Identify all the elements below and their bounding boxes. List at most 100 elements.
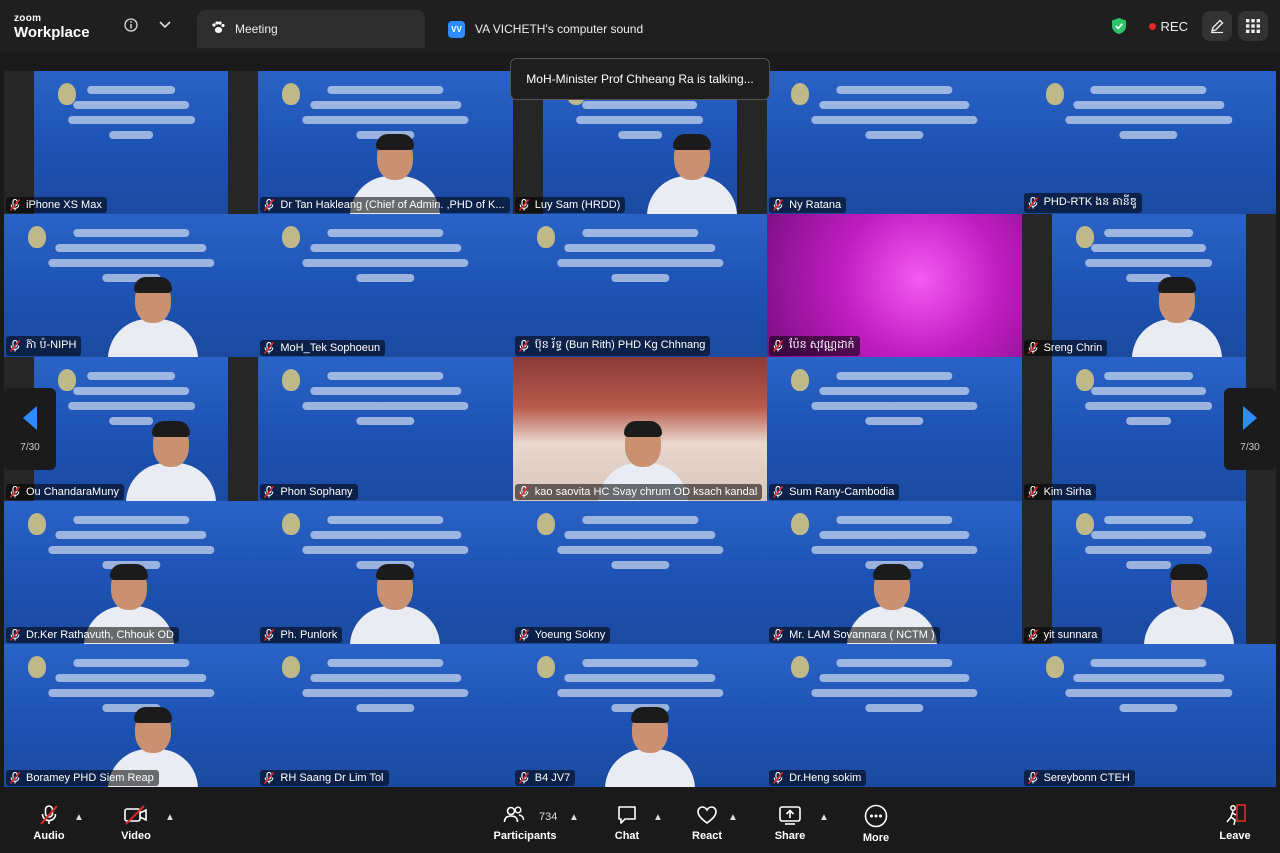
react-options-caret[interactable]: ▲ — [728, 812, 738, 823]
participant-tile[interactable]: yit sunnara — [1021, 500, 1276, 644]
recording-indicator[interactable]: REC — [1148, 19, 1188, 34]
video-label: Video — [121, 830, 151, 842]
participant-name-tag: ភ៊ា ប៉-NIPH — [6, 336, 82, 357]
participant-tile[interactable]: Phon Sophany — [258, 357, 513, 501]
mic-muted-icon — [10, 485, 20, 498]
participant-name: PHD-RTK ងន គានីឌូ — [1043, 196, 1137, 209]
mic-muted-icon — [10, 771, 20, 784]
participant-person — [1131, 277, 1222, 358]
participant-tile[interactable]: Sereybonn CTEH — [1021, 643, 1276, 787]
participant-tile[interactable]: Yoeung Sokny — [512, 500, 768, 644]
react-button[interactable]: React — [677, 804, 737, 842]
chat-button[interactable]: Chat — [597, 804, 657, 842]
arrow-right-icon — [1243, 405, 1257, 430]
participant-name-tag: Ph. Punlork — [260, 626, 343, 643]
participant-video — [1051, 357, 1246, 501]
participant-tile[interactable]: B4 JV7 — [512, 643, 768, 787]
audio-options-caret[interactable]: ▲ — [74, 812, 84, 823]
participant-tile[interactable]: ភ៊ា ប៉-NIPH — [4, 214, 259, 358]
more-button[interactable]: More — [846, 804, 906, 844]
participant-name: Luy Sam (HRDD) — [534, 199, 621, 212]
participant-name: B4 JV7 — [534, 771, 571, 784]
participant-tile[interactable]: Sreng Chrin — [1021, 214, 1276, 358]
mic-muted-icon — [773, 485, 784, 498]
video-button[interactable]: Video — [106, 804, 166, 842]
mic-muted-icon — [264, 199, 275, 212]
mic-muted-icon — [773, 771, 784, 784]
heart-icon — [697, 806, 717, 825]
video-gallery: iPhone XS Max Dr Tan Hakleang (Chief of A… — [4, 71, 1276, 787]
participant-person — [108, 277, 198, 358]
slide-text — [1052, 652, 1245, 712]
mic-muted-icon — [10, 628, 20, 641]
info-icon[interactable] — [122, 16, 140, 34]
participant-tile[interactable]: kao saovita HC Svay chrum OD ksach kanda… — [512, 357, 768, 501]
mic-muted-icon — [264, 628, 275, 641]
participant-name: Dr Tan Hakleang (Chief of Admin. ,PHD of… — [280, 199, 505, 212]
apps-button[interactable] — [1238, 11, 1268, 41]
leave-button[interactable]: Leave — [1205, 804, 1265, 842]
participant-tile[interactable]: Sum Rany-Cambodia — [767, 357, 1022, 501]
participant-tile[interactable]: Ph. Punlork — [258, 500, 513, 644]
participant-video — [512, 500, 768, 644]
participant-name: Dr.Heng sokim — [789, 771, 862, 784]
participant-tile[interactable]: ប៉ែន សុវណ្ណដាក់ — [767, 214, 1022, 358]
shield-icon[interactable] — [1111, 17, 1127, 35]
participant-tile[interactable]: Boramey PHD Siem Reap — [4, 643, 259, 787]
active-speaker-toast: MoH-Minister Prof Chheang Ra is talking.… — [510, 58, 770, 100]
grid-icon — [1246, 19, 1260, 33]
share-options-caret[interactable]: ▲ — [819, 812, 829, 823]
participant-name: Dr.Ker Rathavuth, Chhouk OD — [26, 628, 174, 641]
participant-name: RH Saang Dr Lim Tol — [280, 771, 384, 784]
tab-computer-sound[interactable]: VV VA VICHETH's computer sound — [448, 10, 708, 48]
slide-text — [798, 79, 991, 139]
participants-button[interactable]: Participants — [494, 804, 556, 842]
recording-dot — [1148, 22, 1156, 30]
participant-video — [767, 71, 1022, 215]
participant-tile[interactable]: iPhone XS Max — [4, 71, 259, 215]
mic-muted-icon — [1027, 485, 1038, 498]
participant-tile[interactable]: Dr.Heng sokim — [767, 643, 1022, 787]
mic-muted-icon — [1027, 197, 1038, 210]
participant-tile[interactable]: ប៊ុន រ័ទ្ធ (Bun Rith) PHD Kg Chhnang — [512, 214, 768, 358]
participant-name-tag: Dr.Heng sokim — [769, 769, 867, 786]
slide-text — [798, 652, 991, 712]
tab-meeting-label: Meeting — [235, 22, 278, 36]
next-page-button[interactable]: 7/30 — [1224, 388, 1276, 470]
participant-tile[interactable]: RH Saang Dr Lim Tol — [258, 643, 513, 787]
chat-options-caret[interactable]: ▲ — [653, 812, 663, 823]
participant-name-tag: RH Saang Dr Lim Tol — [260, 769, 389, 786]
previous-page-button[interactable]: 7/30 — [4, 388, 56, 470]
audio-button[interactable]: Audio — [19, 804, 79, 842]
participants-options-caret[interactable]: ▲ — [569, 812, 579, 823]
participant-name-tag: Sreng Chrin — [1023, 340, 1108, 357]
participant-name: Kim Sirha — [1043, 485, 1092, 498]
share-button[interactable]: Share — [760, 804, 820, 842]
annotate-button[interactable] — [1202, 11, 1232, 41]
participant-tile[interactable]: MoH_Tek Sophoeun — [258, 214, 513, 358]
slide-text — [798, 365, 991, 426]
participant-person — [1143, 563, 1234, 644]
chat-label: Chat — [614, 830, 640, 842]
tab-meeting[interactable]: Meeting — [197, 10, 425, 48]
participant-tile[interactable]: Ny Ratana — [767, 71, 1022, 215]
participant-name-tag: Kim Sirha — [1023, 483, 1097, 500]
chevron-down-icon[interactable] — [156, 16, 174, 34]
participant-tile[interactable]: PHD-RTK ងន គានីឌូ — [1021, 71, 1276, 215]
participant-name: ប៊ុន រ័ទ្ធ (Bun Rith) PHD Kg Chhnang — [534, 339, 706, 352]
mic-muted-icon — [1027, 771, 1038, 784]
participant-name: Ny Ratana — [789, 199, 842, 212]
slide-text — [1075, 222, 1223, 283]
participant-name-tag: Boramey PHD Siem Reap — [6, 769, 159, 786]
participant-video — [34, 71, 229, 215]
participant-name: iPhone XS Max — [26, 199, 102, 212]
slide-text — [1075, 365, 1223, 426]
mic-muted-icon — [1027, 628, 1038, 641]
participant-tile[interactable]: Mr. LAM Sovannara ( NCTM ) — [767, 500, 1022, 644]
participant-video — [767, 500, 1022, 644]
participant-tile[interactable]: Dr.Ker Rathavuth, Chhouk OD — [4, 500, 259, 644]
participant-video — [258, 500, 513, 644]
participant-video — [258, 357, 513, 501]
video-options-caret[interactable]: ▲ — [165, 812, 175, 823]
participant-tile[interactable]: Dr Tan Hakleang (Chief of Admin. ,PHD of… — [258, 71, 513, 215]
